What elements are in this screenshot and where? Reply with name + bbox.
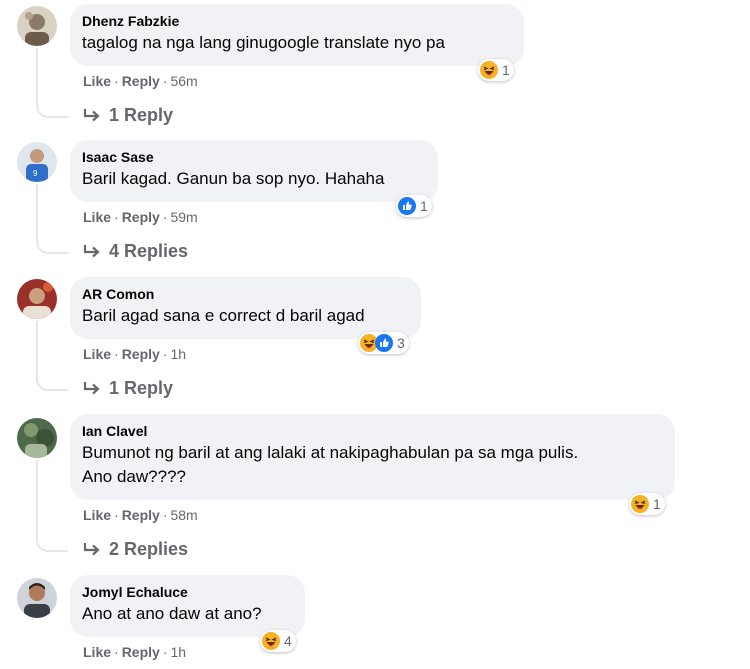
separator: ·	[162, 644, 168, 660]
view-replies-button[interactable]: 1 Reply	[83, 376, 173, 400]
reaction-count: 1	[653, 496, 661, 512]
reaction-count: 1	[420, 198, 428, 214]
avatar[interactable]	[17, 6, 57, 46]
comment-bubble: Dhenz Fabzkie tagalog na nga lang ginugo…	[70, 4, 524, 66]
separator: ·	[162, 346, 168, 362]
separator: ·	[114, 73, 119, 89]
reaction-summary[interactable]: 3	[358, 332, 409, 354]
thread-elbow	[36, 369, 68, 391]
replies-label: 4 Replies	[109, 241, 189, 261]
like-icon	[375, 334, 393, 352]
view-replies-button[interactable]: 2 Replies	[83, 537, 188, 561]
comment-timestamp[interactable]: 1h	[170, 644, 186, 660]
reply-arrow-icon	[83, 543, 100, 556]
reaction-summary[interactable]: 4	[260, 630, 296, 652]
thread-elbow	[36, 232, 68, 254]
reply-arrow-icon	[83, 382, 100, 395]
comment-text: Bumunot ng baril at ang lalaki at nakipa…	[82, 441, 663, 489]
comment-text-line: Bumunot ng baril at ang lalaki at nakipa…	[82, 443, 579, 462]
comment-text: Baril kagad. Ganun ba sop nyo. Hahaha	[82, 169, 385, 188]
like-button[interactable]: Like	[83, 644, 111, 660]
comment-timestamp[interactable]: 1h	[170, 346, 186, 362]
reaction-count: 3	[397, 335, 405, 351]
haha-icon	[631, 495, 649, 513]
like-icon	[398, 197, 416, 215]
separator: ·	[114, 507, 119, 523]
comment-text: tagalog na nga lang ginugoogle translate…	[82, 33, 445, 52]
reaction-summary[interactable]: 1	[629, 493, 665, 515]
separator: ·	[162, 507, 168, 523]
comment-timestamp[interactable]: 59m	[170, 209, 197, 225]
comment-actions: Like · Reply · 59m	[83, 208, 198, 226]
comment-actions: Like · Reply · 1h	[83, 643, 186, 661]
reply-arrow-icon	[83, 109, 100, 122]
comment-actions: Like · Reply · 1h	[83, 345, 186, 363]
separator: ·	[162, 73, 168, 89]
separator: ·	[114, 644, 119, 660]
avatar[interactable]	[17, 418, 57, 458]
replies-label: 1 Reply	[109, 378, 174, 398]
comment-text: Baril agad sana e correct d baril agad	[82, 306, 365, 325]
thread-elbow	[36, 530, 68, 552]
separator: ·	[114, 209, 119, 225]
view-replies-button[interactable]: 1 Reply	[83, 103, 173, 127]
comment-timestamp[interactable]: 56m	[170, 73, 197, 89]
svg-text:9: 9	[33, 169, 38, 178]
separator: ·	[162, 209, 168, 225]
comment-author[interactable]: Jomyl Echaluce	[82, 583, 293, 601]
separator: ·	[114, 346, 119, 362]
like-button[interactable]: Like	[83, 209, 111, 225]
comment-timestamp[interactable]: 58m	[170, 507, 197, 523]
thread-line	[36, 321, 38, 369]
reply-button[interactable]: Reply	[122, 73, 160, 89]
comment-author[interactable]: AR Comon	[82, 285, 409, 303]
comment-text: Ano at ano daw at ano?	[82, 604, 262, 623]
comment-author[interactable]: Ian Clavel	[82, 422, 663, 440]
avatar[interactable]	[17, 578, 57, 618]
reply-button[interactable]: Reply	[122, 209, 160, 225]
view-replies-button[interactable]: 4 Replies	[83, 239, 188, 263]
reply-button[interactable]: Reply	[122, 346, 160, 362]
like-button[interactable]: Like	[83, 346, 111, 362]
reaction-summary[interactable]: 1	[478, 59, 514, 81]
like-button[interactable]: Like	[83, 507, 111, 523]
haha-icon	[262, 632, 280, 650]
replies-label: 2 Replies	[109, 539, 189, 559]
reply-arrow-icon	[83, 245, 100, 258]
comment-bubble: AR Comon Baril agad sana e correct d bar…	[70, 277, 421, 339]
thread-line	[36, 460, 38, 530]
thread-line	[36, 184, 38, 232]
reaction-count: 4	[284, 633, 292, 649]
reaction-summary[interactable]: 1	[396, 195, 432, 217]
reaction-count: 1	[502, 62, 510, 78]
avatar[interactable]	[17, 279, 57, 319]
comment-actions: Like · Reply · 56m	[83, 72, 198, 90]
replies-label: 1 Reply	[109, 105, 174, 125]
haha-icon	[480, 61, 498, 79]
reply-button[interactable]: Reply	[122, 644, 160, 660]
comment-bubble: Ian Clavel Bumunot ng baril at ang lalak…	[70, 414, 675, 500]
comment-bubble: Isaac Sase Baril kagad. Ganun ba sop nyo…	[70, 140, 438, 202]
like-button[interactable]: Like	[83, 73, 111, 89]
reply-button[interactable]: Reply	[122, 507, 160, 523]
comment-bubble: Jomyl Echaluce Ano at ano daw at ano?	[70, 575, 305, 637]
thread-elbow	[36, 96, 68, 118]
thread-line	[36, 48, 38, 96]
comment-text-line: Ano daw????	[82, 467, 186, 486]
comment-author[interactable]: Isaac Sase	[82, 148, 426, 166]
comment-actions: Like · Reply · 58m	[83, 506, 198, 524]
comment-author[interactable]: Dhenz Fabzkie	[82, 12, 512, 30]
avatar[interactable]: 9	[17, 142, 57, 182]
